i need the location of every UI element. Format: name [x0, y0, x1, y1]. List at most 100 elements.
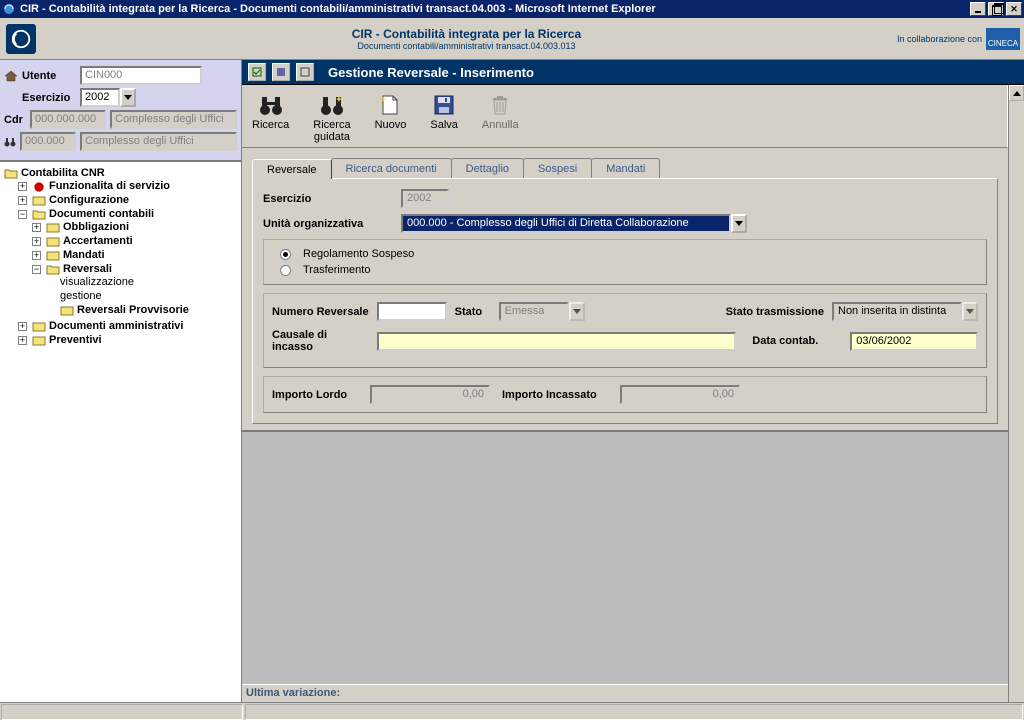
nuovo-button[interactable]: Nuovo [375, 93, 407, 143]
stato-dropdown-button [569, 302, 585, 321]
toolbar: Ricerca Ricerca guidata Nuovo Salva [242, 85, 1008, 148]
tree-reversali-provvisorie[interactable]: Reversali Provvisorie [46, 304, 239, 316]
importo-lordo-field: 0,00 [370, 385, 490, 404]
causale-field[interactable] [377, 332, 736, 351]
toolbar-label: Nuovo [375, 119, 407, 131]
tree-obbligazioni[interactable]: Obbligazioni [32, 221, 239, 233]
tree-label: Obbligazioni [63, 221, 129, 233]
esercizio-form-field: 2002 [401, 189, 449, 208]
home-icon [4, 70, 18, 82]
collapse-icon[interactable] [32, 265, 41, 274]
ultima-variazione-bar: Ultima variazione: [242, 684, 1008, 702]
radio-label: Trasferimento [303, 264, 370, 276]
tree-root[interactable]: Contabilita CNR [4, 167, 239, 179]
header-action-2[interactable] [272, 63, 290, 81]
toolbar-label: Salva [430, 119, 458, 131]
new-document-icon [377, 93, 403, 117]
cineca-logo: CINECA [986, 28, 1020, 50]
expand-icon[interactable] [18, 196, 27, 205]
tab-ricerca-documenti[interactable]: Ricerca documenti [331, 158, 452, 178]
brand-bar: CIR - Contabilità integrata per la Ricer… [0, 18, 1024, 60]
tree-documenti-contabili[interactable]: Documenti contabili [18, 208, 239, 220]
window-minimize-button[interactable] [970, 2, 986, 16]
importo-lordo-label: Importo Lordo [272, 389, 362, 401]
tab-mandati[interactable]: Mandati [591, 158, 660, 178]
tab-sospesi[interactable]: Sospesi [523, 158, 592, 178]
ricerca-button[interactable]: Ricerca [252, 93, 289, 143]
folder-open-icon [46, 263, 60, 275]
importo-incassato-label: Importo Incassato [502, 389, 612, 401]
folder-icon [32, 334, 46, 346]
expand-icon[interactable] [18, 322, 27, 331]
tree-label: gestione [60, 290, 102, 302]
panel-header: Gestione Reversale - Inserimento [242, 60, 1024, 85]
status-segment-left [1, 704, 243, 720]
tree-gestione[interactable]: gestione [46, 290, 239, 302]
tree-label: Preventivi [49, 334, 102, 346]
tab-reversale[interactable]: Reversale [252, 159, 332, 179]
numero-reversale-label: Numero Reversale [272, 306, 369, 318]
radio-regolamento-sospeso[interactable] [280, 249, 291, 260]
search-code-field: 000.000 [20, 132, 76, 151]
nav-tree[interactable]: Contabilita CNR Funzionalita di servizio… [0, 160, 241, 702]
collapse-icon[interactable] [18, 210, 27, 219]
folder-icon [32, 320, 46, 332]
type-fieldset: Regolamento Sospeso Trasferimento [263, 239, 987, 285]
data-contab-field[interactable]: 03/06/2002 [850, 332, 978, 351]
binoculars-sparkle-icon [319, 93, 345, 117]
expand-icon[interactable] [32, 237, 41, 246]
expand-icon[interactable] [18, 336, 27, 345]
tree-mandati[interactable]: Mandati [32, 249, 239, 261]
tree-documenti-amministrativi[interactable]: Documenti amministrativi [18, 320, 239, 332]
vertical-scrollbar[interactable] [1008, 85, 1024, 702]
tree-label: Funzionalita di servizio [49, 180, 170, 192]
salva-button[interactable]: Salva [430, 93, 458, 143]
stato-select: Emessa [499, 302, 569, 321]
content-pane: Gestione Reversale - Inserimento Ricerca… [242, 60, 1024, 702]
header-action-1[interactable] [248, 63, 266, 81]
esercizio-dropdown-button[interactable] [120, 88, 136, 107]
org-label: Unità organizzativa [263, 218, 393, 230]
app-title: CIR - Contabilità integrata per la Ricer… [36, 27, 897, 41]
ricerca-guidata-button[interactable]: Ricerca guidata [313, 93, 350, 143]
window-title: CIR - Contabilità integrata per la Ricer… [20, 3, 656, 15]
tab-dettaglio[interactable]: Dettaglio [451, 158, 524, 178]
numero-reversale-field[interactable] [377, 302, 447, 321]
stato-label: Stato [455, 306, 491, 318]
expand-icon[interactable] [18, 182, 27, 191]
org-select[interactable]: 000.000 - Complesso degli Uffici di Dire… [401, 214, 731, 233]
binoculars-icon [258, 93, 284, 117]
window-restore-button[interactable] [988, 2, 1004, 16]
window-close-button[interactable] [1006, 2, 1022, 16]
folder-icon [46, 249, 60, 261]
tree-label: Documenti contabili [49, 208, 154, 220]
tree-label: Reversali Provvisorie [77, 304, 189, 316]
annulla-button[interactable]: Annulla [482, 93, 519, 143]
expand-icon[interactable] [32, 251, 41, 260]
radio-trasferimento[interactable] [280, 265, 291, 276]
folder-open-icon [4, 167, 18, 179]
tree-funzionalita[interactable]: Funzionalita di servizio [18, 180, 239, 192]
header-action-3[interactable] [296, 63, 314, 81]
tab-strip: Reversale Ricerca documenti Dettaglio So… [242, 158, 1008, 178]
record-red-icon [32, 180, 46, 192]
tree-label: visualizzazione [60, 276, 134, 288]
tree-label: Accertamenti [63, 235, 133, 247]
toolbar-label: Ricerca [252, 119, 289, 131]
search-desc-field: Complesso degli Uffici [80, 132, 237, 151]
tree-root-label: Contabilita CNR [21, 167, 105, 179]
tree-reversali[interactable]: Reversali [32, 263, 239, 275]
scroll-up-button[interactable] [1009, 85, 1024, 101]
expand-icon[interactable] [32, 223, 41, 232]
left-pane: Utente CIN000 Esercizio 2002 Cdr 000.000… [0, 60, 242, 702]
tree-label: Configurazione [49, 194, 129, 206]
folder-icon [46, 221, 60, 233]
tree-configurazione[interactable]: Configurazione [18, 194, 239, 206]
tree-preventivi[interactable]: Preventivi [18, 334, 239, 346]
tree-visualizzazione[interactable]: visualizzazione [46, 276, 239, 288]
stato-trasmissione-dropdown-button [962, 302, 978, 321]
esercizio-select[interactable]: 2002 [80, 88, 120, 107]
tree-accertamenti[interactable]: Accertamenti [32, 235, 239, 247]
org-dropdown-button[interactable] [731, 214, 747, 233]
esercizio-form-label: Esercizio [263, 193, 393, 205]
